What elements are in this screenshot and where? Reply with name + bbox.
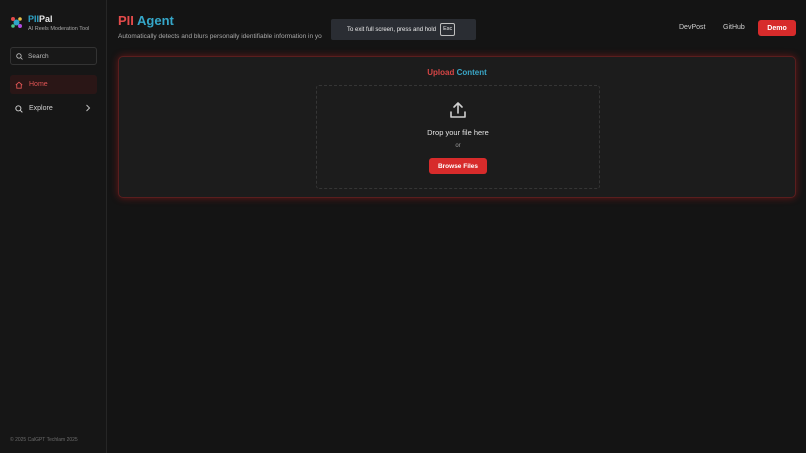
sidebar: PIIPal AI Reels Moderation Tool Home Exp… xyxy=(0,0,107,453)
drop-text: Drop your file here xyxy=(427,128,489,137)
chevron-right-icon xyxy=(86,104,91,112)
upload-icon xyxy=(450,102,466,118)
search-icon xyxy=(15,104,23,113)
page-subtitle: Automatically detects and blurs personal… xyxy=(118,33,322,40)
sidebar-item-home[interactable]: Home xyxy=(10,75,97,94)
browse-files-button[interactable]: Browse Files xyxy=(429,158,487,174)
demo-button[interactable]: Demo xyxy=(758,20,796,36)
sidebar-item-label: Home xyxy=(29,81,48,88)
upload-card: Upload Content Drop your file here or Br… xyxy=(118,56,796,198)
sidebar-item-explore[interactable]: Explore xyxy=(10,99,97,118)
sidebar-item-label: Explore xyxy=(29,105,53,112)
brand-tagline: AI Reels Moderation Tool xyxy=(28,26,90,32)
file-dropzone[interactable]: Drop your file here or Browse Files xyxy=(316,85,600,189)
page-title: PII Agent xyxy=(118,13,174,28)
sidebar-search[interactable] xyxy=(10,47,97,65)
home-icon xyxy=(15,81,23,89)
upload-title: Upload Content xyxy=(427,68,487,77)
footer-copyright: © 2025 CalGPT Techlam 2025 xyxy=(10,437,78,443)
devpost-link[interactable]: DevPost xyxy=(679,24,705,31)
toast-text: To exit full screen, press and hold xyxy=(347,26,437,33)
search-icon xyxy=(16,52,23,60)
esc-key-badge: Esc xyxy=(440,23,456,36)
brand[interactable]: PIIPal AI Reels Moderation Tool xyxy=(10,14,89,33)
or-text: or xyxy=(455,143,461,149)
search-input[interactable] xyxy=(28,52,88,60)
fullscreen-toast: To exit full screen, press and hold Esc xyxy=(331,19,476,40)
brand-logo-icon xyxy=(11,17,22,28)
brand-name: PIIPal xyxy=(28,14,53,24)
github-link[interactable]: GitHub xyxy=(723,24,745,31)
